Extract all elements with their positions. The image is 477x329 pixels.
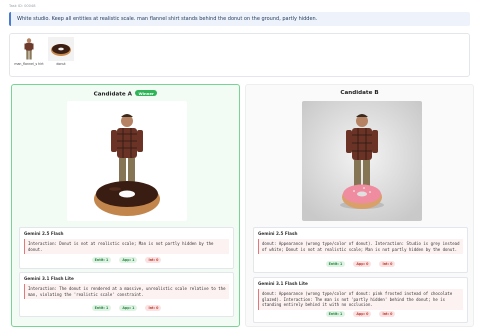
score-pills: Entit: 1 App: 1 Int: 0 — [20, 246, 233, 265]
judge-card: Gemini 2.5 Flash donut: Appearance (wron… — [253, 227, 468, 273]
candidate-a-panel: Candidate A Winner Gemini 2.5 Flash Inter… — [11, 84, 240, 327]
appearance-score: App: 0 — [353, 261, 372, 267]
candidate-a-header: Candidate A Winner — [12, 90, 239, 98]
entity-score: Entit: 1 — [91, 257, 112, 263]
interaction-score: Int: 0 — [145, 305, 162, 311]
prompt-banner: White studio. Keep all entities at reali… — [9, 12, 470, 26]
appearance-score: App: 1 — [119, 305, 138, 311]
judge-model: Gemini 2.5 Flash — [258, 231, 298, 236]
judge-model: Gemini 3.1 Flash Lite — [24, 276, 74, 281]
score-pills: Entit: 1 App: 1 Int: 0 — [20, 294, 233, 313]
reference-man[interactable]: man_flannel_s hirt — [14, 37, 44, 66]
reference-images-panel: man_flannel_s hirt donut — [9, 33, 470, 77]
judge-model: Gemini 3.1 Flash Lite — [258, 281, 308, 286]
candidate-b-header: Candidate B — [246, 90, 473, 96]
reference-label: donut — [56, 62, 66, 66]
interaction-score: Int: 0 — [145, 257, 162, 263]
score-pills: Entit: 1 App: 0 Int: 0 — [254, 250, 467, 269]
appearance-score: App: 1 — [119, 257, 138, 263]
man-thumbnail — [16, 37, 42, 61]
candidate-a-image[interactable] — [67, 101, 187, 221]
candidate-title: Candidate B — [340, 90, 379, 96]
candidate-b-image[interactable] — [302, 101, 422, 221]
appearance-score: App: 0 — [353, 311, 372, 317]
winner-badge: Winner — [134, 90, 158, 96]
entity-score: Entit: 1 — [325, 311, 346, 317]
judge-card: Gemini 2.5 Flash Interaction: Donut is n… — [19, 227, 234, 269]
donut-thumbnail — [48, 37, 74, 61]
reference-donut[interactable]: donut — [46, 37, 76, 66]
judge-card: Gemini 3.1 Flash Lite donut: Appearance … — [253, 277, 468, 323]
reference-label: man_flannel_s hirt — [14, 62, 44, 66]
entity-score: Entit: 1 — [325, 261, 346, 267]
task-id: Task ID: 00048 — [9, 4, 36, 8]
candidate-title: Candidate A — [93, 91, 132, 98]
candidate-b-panel: Candidate B Gemini 2.5 Flash donut: Appe… — [245, 84, 474, 327]
score-pills: Entit: 1 App: 0 Int: 0 — [254, 300, 467, 319]
entity-score: Entit: 1 — [91, 305, 112, 311]
judge-model: Gemini 2.5 Flash — [24, 231, 64, 236]
interaction-score: Int: 0 — [379, 311, 396, 317]
interaction-score: Int: 0 — [379, 261, 396, 267]
judge-card: Gemini 3.1 Flash Lite Interaction: The d… — [19, 272, 234, 317]
